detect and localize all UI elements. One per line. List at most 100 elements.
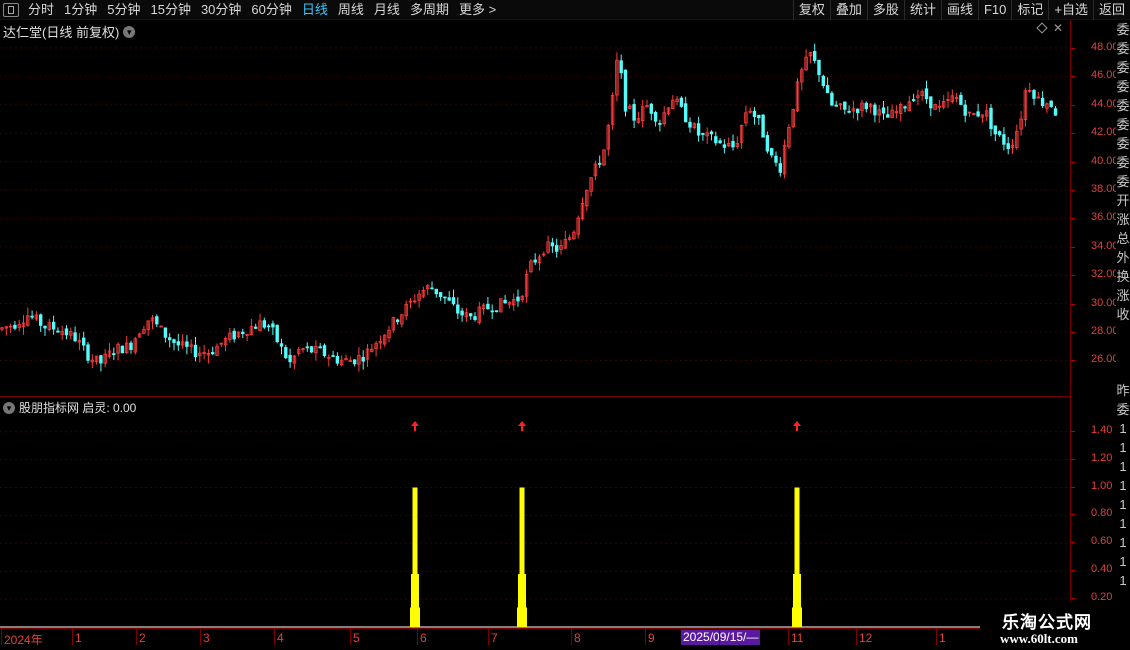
candle-body [460,310,464,316]
quote-label-fragment: 换 [1116,269,1130,284]
candle-body [881,107,886,114]
candle-body [82,337,86,346]
tool-button-2[interactable]: 多股 [866,0,904,20]
price-tick-label: 30.00 [1091,296,1119,309]
price-tick-label: 38.00 [1091,183,1119,195]
tab-6[interactable]: 日线 [297,0,333,20]
candle-body [989,107,993,130]
candle-body [679,97,684,107]
date-tick [350,629,351,645]
tab-1[interactable]: 1分钟 [59,0,102,20]
candle-body [830,92,834,106]
tool-button-1[interactable]: 叠加 [829,0,867,20]
date-tick [788,629,789,645]
candle-body [959,94,963,105]
candle-body [309,346,314,353]
up-arrow-head [793,421,801,426]
window-icon[interactable] [3,2,19,17]
candle-body [503,299,507,304]
quote-label-fragment: 1 [1119,573,1127,588]
tab-4[interactable]: 30分钟 [196,0,246,20]
quote-label-fragment: 委 [1116,79,1130,94]
tool-button-6[interactable]: 标记 [1011,0,1048,20]
date-label: 6 [420,631,427,645]
candle-body [438,292,443,298]
candle-body [279,343,284,347]
tool-button-5[interactable]: F10 [977,0,1011,20]
quote-label-fragment [1116,362,1130,381]
price-tick-label: 32.00 [1091,268,1119,281]
candle-body [430,287,434,290]
candle-body [1053,108,1058,116]
candle-body [929,96,933,109]
date-tick [488,629,489,645]
tab-8[interactable]: 月线 [369,0,405,20]
candle-body [395,319,400,323]
quote-label-fragment: 涨 [1116,212,1130,227]
candle-body [163,327,168,338]
tool-button-3[interactable]: 统计 [903,0,941,20]
indicator-tick-label: 1.20 [1091,451,1113,464]
candlestick-chart[interactable] [0,20,1070,396]
quote-label-fragment: 委 [1116,98,1130,113]
candle-body [632,104,636,121]
tab-7[interactable]: 周线 [333,0,369,20]
candle-body [262,320,266,328]
candle-body [709,131,714,135]
date-tick [417,629,418,645]
signal-bar-foot [517,607,527,627]
indicator-chart[interactable] [0,397,1070,629]
candle-body [176,341,180,346]
quote-label-fragment: 委 [1116,41,1130,56]
quote-label-fragment: 委 [1116,155,1130,170]
price-tick-label: 42.00 [1091,126,1119,139]
candle-body [718,140,722,144]
quote-label-fragment: 1 [1119,516,1127,531]
candle-body [30,315,34,318]
candle-body [318,346,322,349]
candle-body [623,69,628,112]
period-toolbar: 分时 1分钟 5分钟 15分钟 30分钟 60分钟 日线 周线 月线 多周期 更多 > 复权 叠加 多股… [0,0,1130,20]
quote-label-fragment: 委 [1116,60,1130,75]
candle-body [39,314,43,326]
candle-body [56,330,60,333]
price-axis: 48.00 46.00 44.00 42.00 40.00 38.00 36.00 34.00… [1070,20,1119,396]
candle-body [722,144,727,148]
quote-label-fragment: 收 [1116,307,1130,322]
tab-0[interactable]: 分时 [23,0,59,20]
quote-label-fragment: 1 [1119,459,1127,474]
quote-panel-edge: 委委委委委委委委委开涨总外换涨收 昨委111111111 [1116,20,1130,628]
candle-body [649,103,653,114]
tool-button-8[interactable]: 返回 [1092,0,1130,20]
candle-body [997,131,1002,136]
tool-button-4[interactable]: 画线 [940,0,978,20]
tab-2[interactable]: 5分钟 [102,0,145,20]
tab-9[interactable]: 多周期 [405,0,454,20]
candle-body [963,104,967,116]
price-tick-label: 28.00 [1091,325,1119,337]
candle-body [185,341,189,347]
candle-body [490,310,494,313]
candle-body [335,355,340,364]
indicator-axis: 1.40 1.20 1.00 0.80 0.60 0.40 0.20 [1070,396,1116,628]
date-label: 11 [791,631,804,645]
candle-body [51,321,56,330]
tab-3[interactable]: 15分钟 [145,0,195,20]
candle-body [210,352,215,355]
candle-body [486,303,490,310]
indicator-tick-label: 1.00 [1091,479,1113,492]
candle-body [361,356,365,362]
date-tick [136,629,137,645]
tool-button-0[interactable]: 复权 [792,0,830,20]
price-tick-label: 48.00 [1091,41,1119,53]
tab-5[interactable]: 60分钟 [246,0,296,20]
candle-body [658,122,662,125]
tab-10[interactable]: 更多 > [454,0,501,20]
candle-body [778,163,782,173]
candle-body [856,108,860,114]
candle-body [456,304,460,314]
indicator-panel[interactable]: ▾ 股朋指标网 启灵: 0.00 [0,396,1070,628]
main-chart-panel[interactable]: 达仁堂(日线 前复权) ▾ ✕ [0,20,1070,396]
date-tick [274,629,275,645]
tool-button-7[interactable]: +自选 [1048,0,1093,20]
